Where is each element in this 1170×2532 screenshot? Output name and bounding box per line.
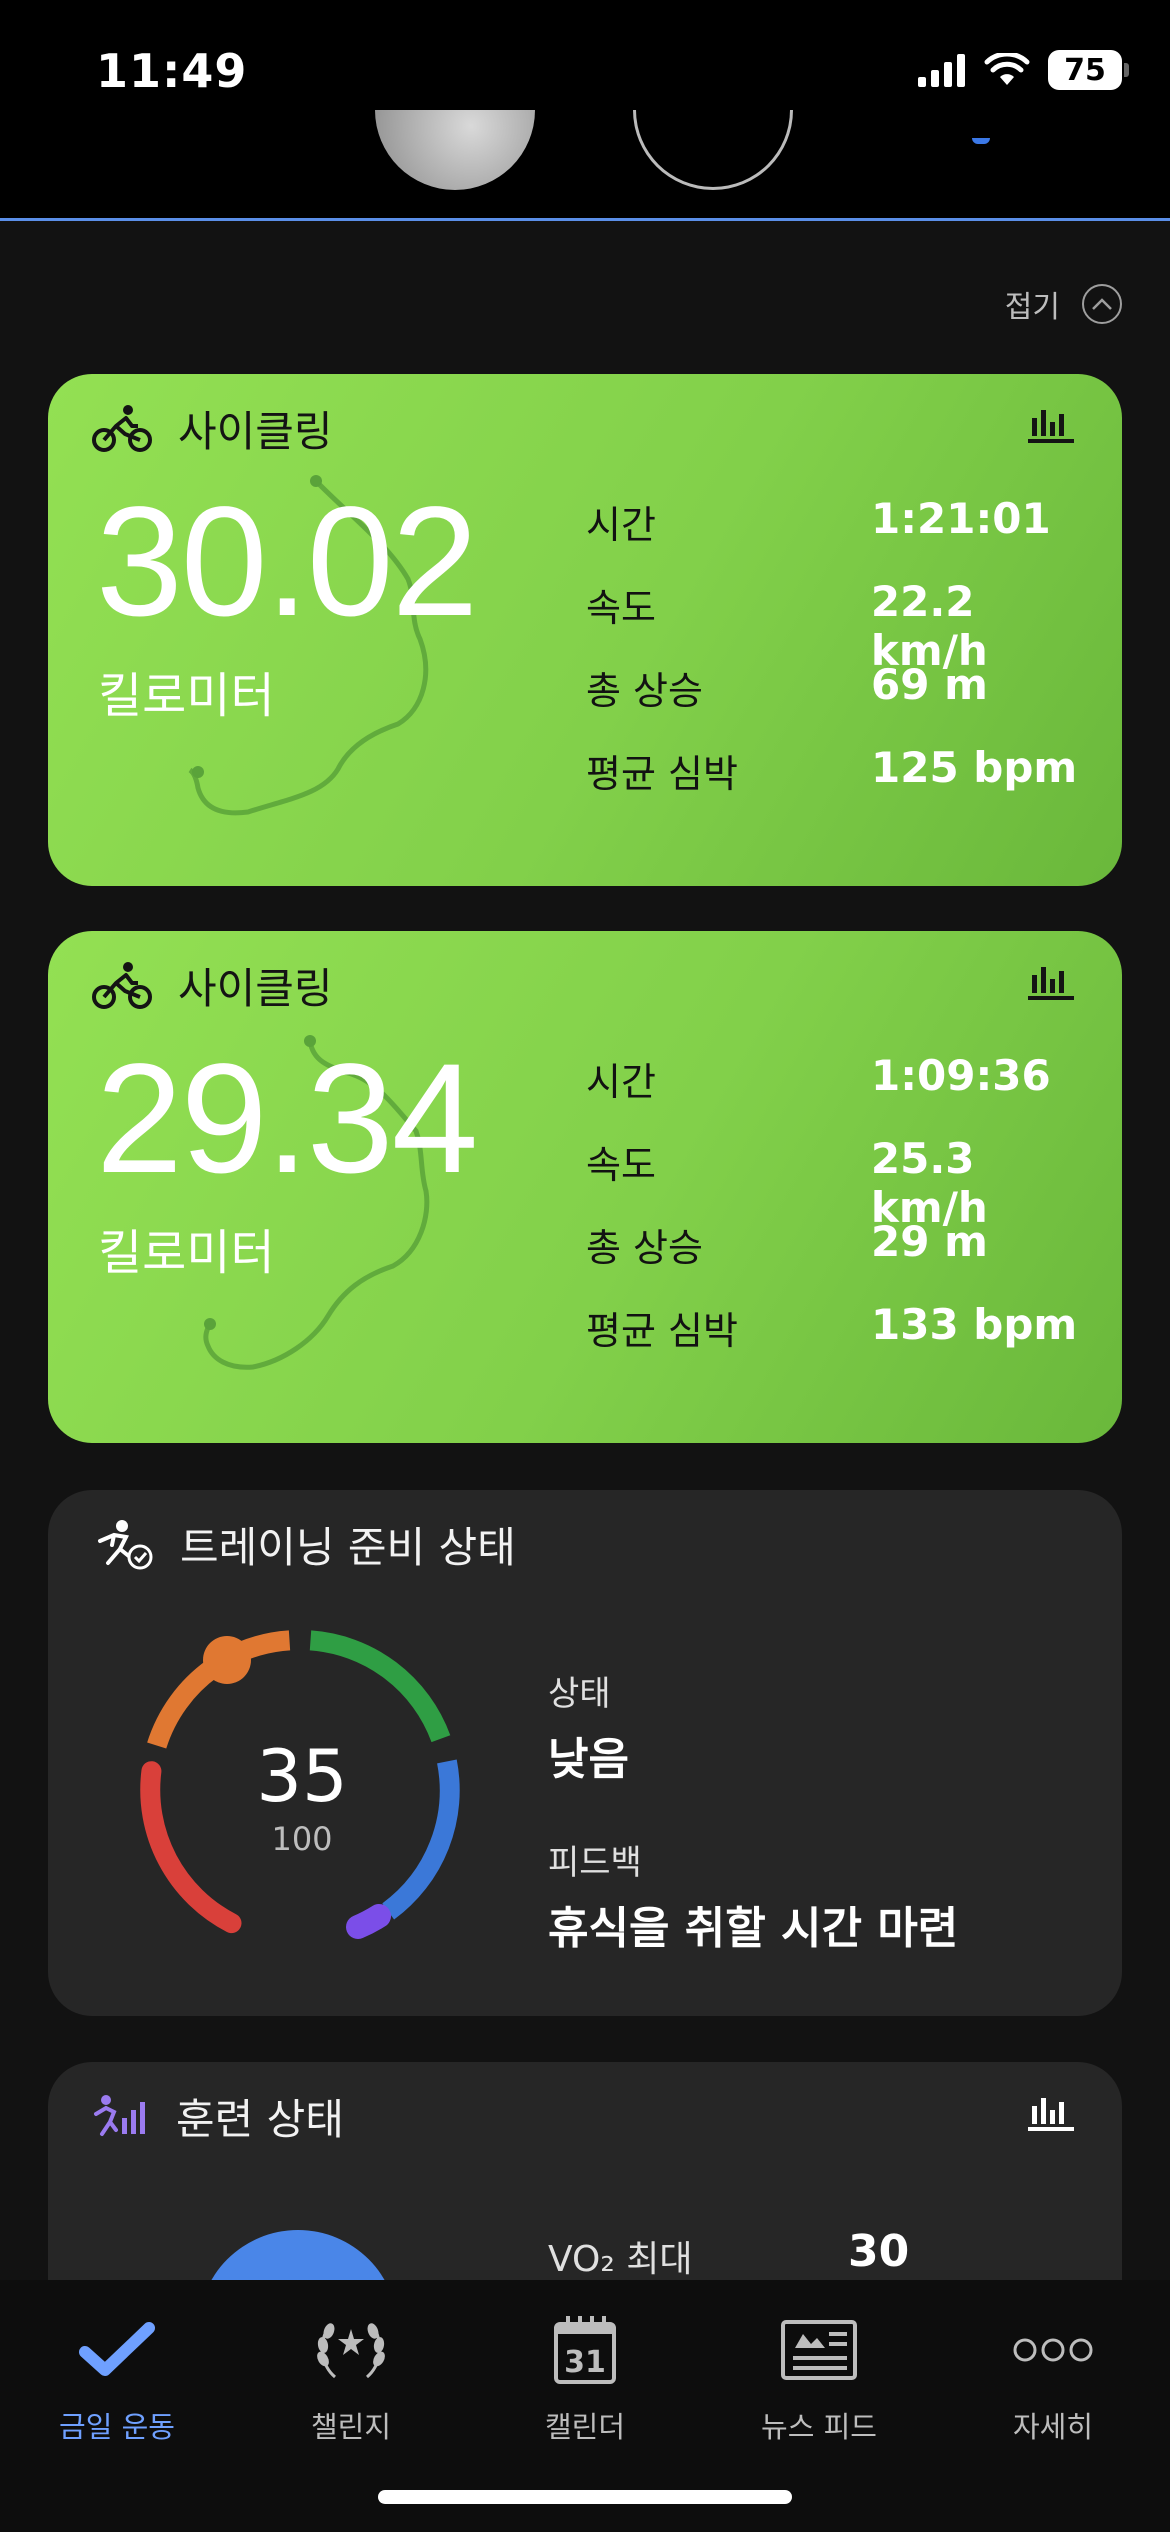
calendar-icon: 31 [554,2316,616,2384]
activity-header: 사이클링 [92,955,333,1016]
metric-time: 시간 1:21:01 [586,494,1106,577]
distance-unit: 킬로미터 [98,668,275,724]
wifi-icon [984,53,1030,85]
activity-title: 사이클링 [178,407,333,456]
metric-label: 평균 심박 [586,752,738,796]
status-bar: 11:49 75 [0,0,1170,220]
metric-value: 125 bpm [871,743,1078,792]
activity-header: 사이클링 [92,398,333,459]
tab-challenges[interactable]: 챌린지 [234,2310,468,2446]
activity-title: 사이클링 [178,964,333,1013]
status-time: 11:49 [96,44,248,98]
metric-label: 총 상승 [586,669,703,713]
metric-time: 시간 1:09:36 [586,1051,1106,1134]
tab-label: 캘린더 [544,2410,626,2444]
tab-news-feed[interactable]: 뉴스 피드 [702,2310,936,2446]
status-value: 낮음 [548,1734,629,1785]
metric-heart-rate: 평균 심박 133 bpm [586,1300,1106,1383]
tab-label: 챌린지 [310,2410,392,2444]
metric-label: 시간 [586,1060,656,1104]
metric-speed: 속도 25.3 km/h [586,1134,1106,1232]
readiness-info: 상태 낮음 피드백 휴식을 취할 시간 마련 [548,1666,958,1956]
readiness-icon [98,1519,153,1569]
metric-label: 평균 심박 [586,1309,738,1353]
laurel-icon [317,2323,385,2379]
profile-thumbnail[interactable] [375,110,535,190]
more-icon [1013,2338,1093,2362]
feedback-value: 휴식을 취할 시간 마련 [548,1903,959,1954]
vo2-value: 30 [848,2226,910,2277]
readiness-score: 35 [256,1734,348,1818]
feedback-label: 피드백 [548,1843,642,1883]
chart-icon[interactable] [1028,2092,1074,2132]
metric-heart-rate: 평균 심박 125 bpm [586,743,1106,826]
signal-icon [918,54,965,87]
readiness-header: 트레이닝 준비 상태 [92,1514,516,1575]
tab-label: 금일 운동 [59,2410,175,2444]
tab-today[interactable]: 금일 운동 [0,2310,234,2446]
check-icon [79,2322,155,2376]
tab-label: 자세히 [1012,2410,1094,2444]
collapse-label: 접기 [1004,290,1060,325]
training-status-header: 훈련 상태 [92,2086,344,2147]
home-indicator[interactable] [378,2490,792,2504]
tab-label: 뉴스 피드 [761,2410,877,2444]
distance-value: 30.02 [96,475,478,649]
metric-value: 29 m [871,1217,988,1266]
tab-calendar[interactable]: 31 캘린더 [468,2310,702,2446]
collapse-button[interactable]: 접기 [1005,282,1122,326]
gauge-marker [203,1636,251,1684]
status-icons: 75 [918,50,1129,90]
metric-value: 133 bpm [871,1300,1078,1349]
cycling-icon [92,404,152,452]
training-status-title: 훈련 상태 [176,2095,344,2144]
activity-card[interactable]: 사이클링 29.34 킬로미터 시간 1:09:36 속도 25.3 km/h … [48,931,1122,1443]
training-status-icon [94,2094,145,2136]
readiness-title: 트레이닝 준비 상태 [180,1523,516,1572]
metric-speed: 속도 22.2 km/h [586,577,1106,675]
status-label: 상태 [548,1674,611,1714]
vo2-label: VO₂ 최대 [548,2239,693,2280]
metric-value: 1:21:01 [871,494,1051,543]
metric-label: 총 상승 [586,1226,703,1270]
carousel-indicator [972,138,990,144]
training-readiness-card[interactable]: 트레이닝 준비 상태 35 100 상태 낮음 피드백 휴식을 취할 시간 마련 [48,1490,1122,2016]
metric-label: 속도 [586,586,656,630]
metric-value: 1:09:36 [871,1051,1051,1100]
battery-indicator: 75 [1048,50,1129,90]
activity-metrics: 시간 1:09:36 속도 25.3 km/h 총 상승 29 m 평균 심박 … [586,1051,1106,1383]
activity-card[interactable]: 사이클링 30.02 킬로미터 시간 1:21:01 속도 22.2 km/h … [48,374,1122,886]
metric-label: 속도 [586,1143,656,1187]
metric-value: 69 m [871,660,988,709]
device-thumbnail[interactable] [633,110,793,190]
distance-unit: 킬로미터 [98,1225,275,1281]
distance-value: 29.34 [96,1032,478,1206]
chevron-up-icon [1082,284,1122,324]
tab-more[interactable]: 자세히 [936,2310,1170,2446]
cycling-icon [92,961,152,1009]
calendar-day: 31 [564,2345,606,2380]
newspaper-icon [781,2320,857,2380]
metric-label: 시간 [586,503,656,547]
readiness-max: 100 [271,1820,333,1858]
chart-icon[interactable] [1028,961,1074,1001]
chart-icon[interactable] [1028,404,1074,444]
header-divider [0,218,1170,221]
activity-metrics: 시간 1:21:01 속도 22.2 km/h 총 상승 69 m 평균 심박 … [586,494,1106,826]
